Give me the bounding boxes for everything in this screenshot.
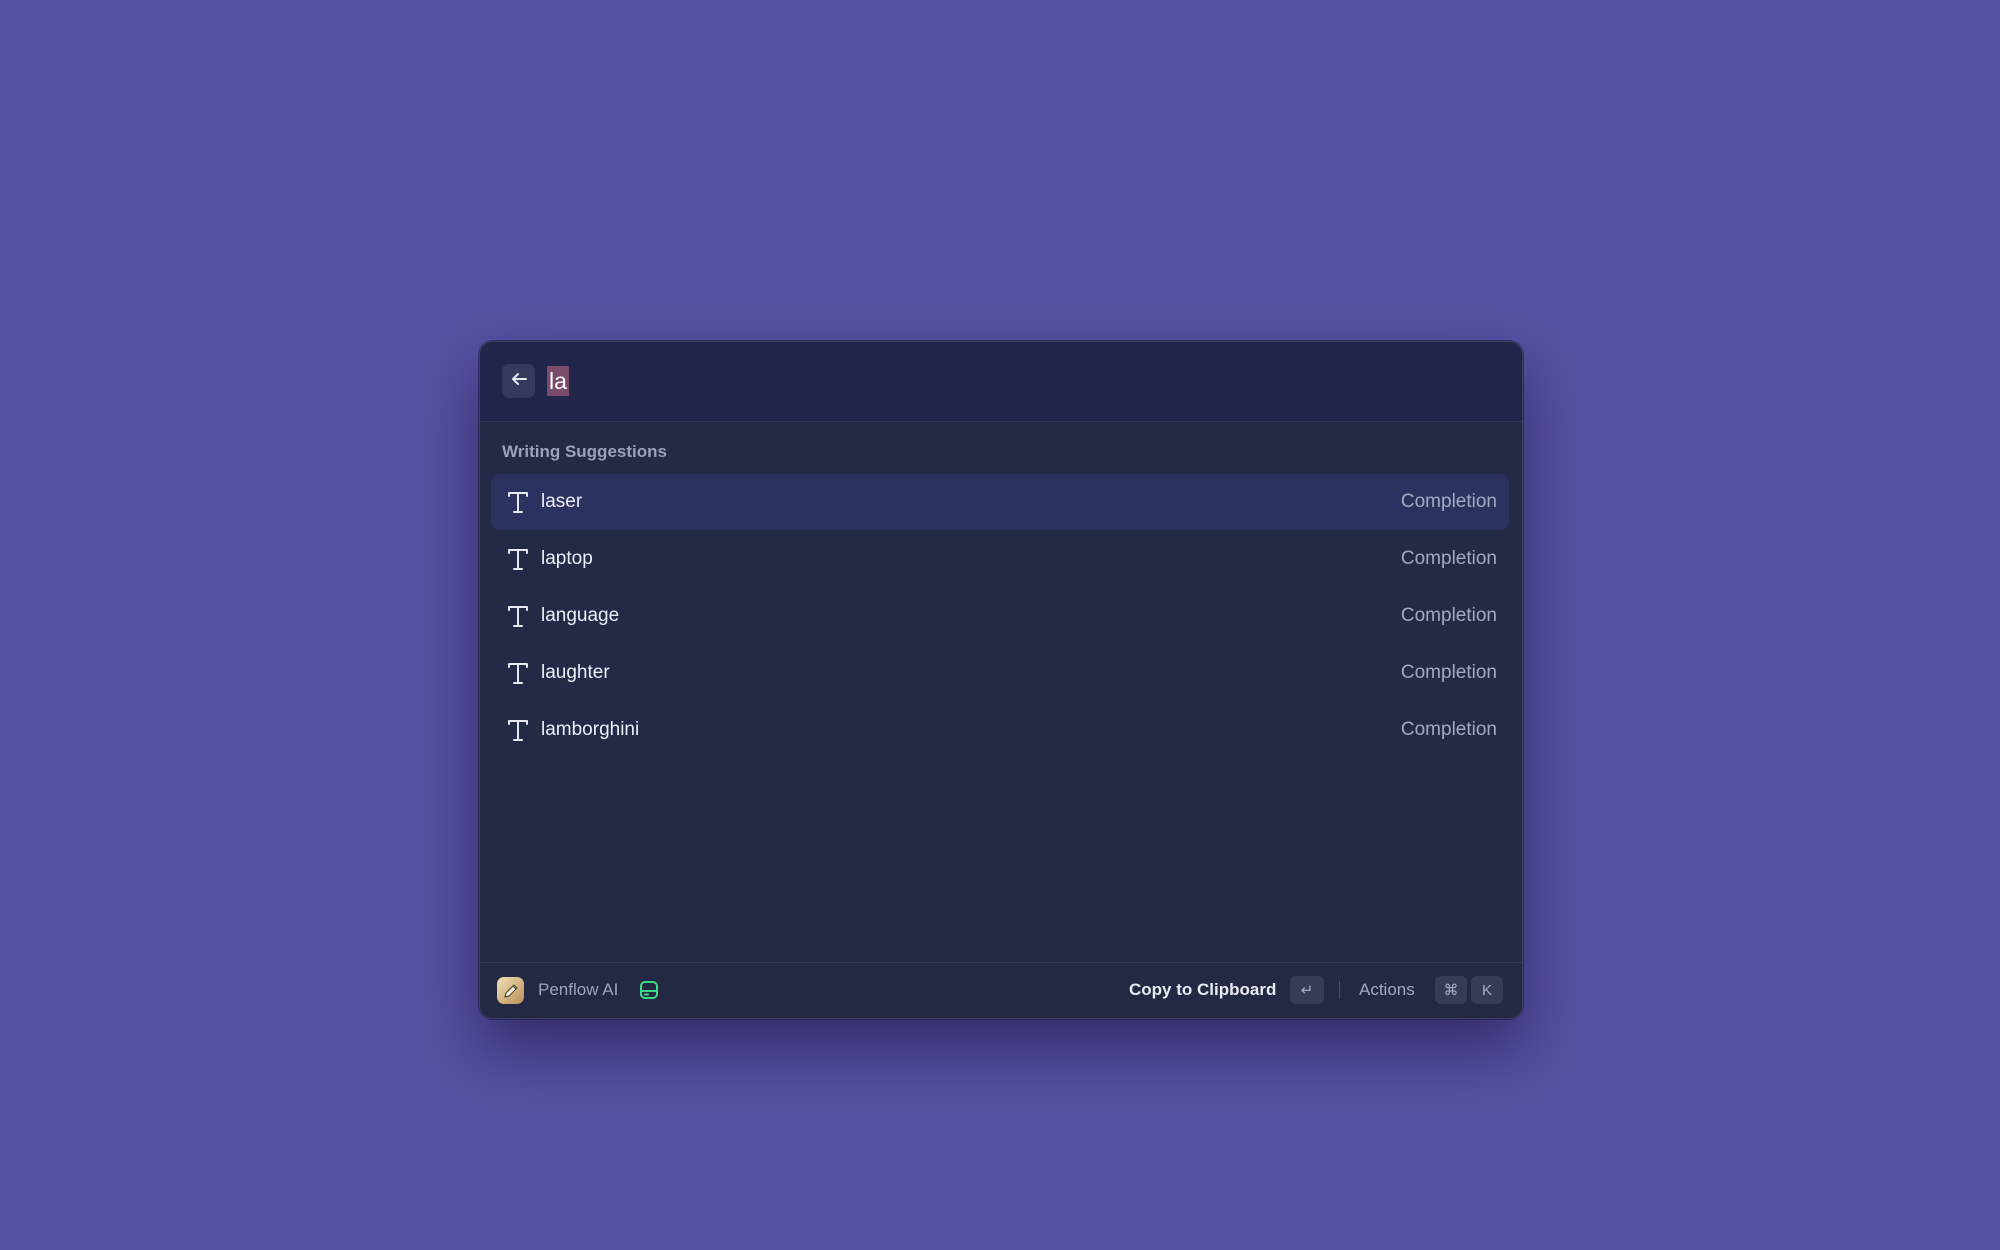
back-button[interactable]: [502, 364, 535, 398]
divider: [1339, 981, 1340, 999]
enter-key-hint: ↵: [1290, 976, 1324, 1004]
item-type: Completion: [1400, 605, 1497, 626]
copy-to-clipboard-button[interactable]: Copy to Clipboard: [1129, 980, 1276, 1000]
search-bar: la: [480, 342, 1522, 422]
item-title: language: [541, 605, 620, 626]
text-t-icon: [503, 487, 533, 517]
launcher-window: la Writing Suggestions laser Completion …: [479, 341, 1523, 1019]
list-item[interactable]: laughter Completion: [491, 645, 1509, 701]
action-bar: Penflow AI Copy to Clipboard ↵ Actions ⌘…: [480, 962, 1522, 1018]
list-item[interactable]: language Completion: [491, 588, 1509, 644]
search-input[interactable]: la: [547, 366, 569, 396]
command-key-hint: ⌘: [1435, 976, 1467, 1004]
k-key-hint: K: [1471, 976, 1503, 1004]
pencil-icon: [497, 977, 524, 1004]
app-name: Penflow AI: [538, 980, 619, 999]
item-type: Completion: [1400, 719, 1497, 740]
actions-button[interactable]: Actions: [1359, 980, 1415, 1000]
list-item[interactable]: lamborghini Completion: [491, 702, 1509, 758]
item-type: Completion: [1400, 548, 1497, 569]
text-t-icon: [503, 658, 533, 688]
item-title: laughter: [541, 662, 610, 683]
item-title: lamborghini: [541, 719, 640, 740]
item-type: Completion: [1400, 662, 1497, 683]
text-t-icon: [503, 601, 533, 631]
text-t-icon: [503, 544, 533, 574]
item-title: laptop: [541, 548, 593, 569]
item-title: laser: [541, 491, 583, 512]
item-type: Completion: [1400, 491, 1497, 512]
text-t-icon: [503, 715, 533, 745]
arrow-left-icon: [510, 371, 528, 392]
section-title: Writing Suggestions: [502, 442, 667, 461]
list-item[interactable]: laptop Completion: [491, 531, 1509, 587]
drive-icon: [638, 979, 660, 1001]
suggestion-list: laser Completion laptop Completion langu…: [491, 474, 1509, 759]
list-item[interactable]: laser Completion: [491, 474, 1509, 530]
